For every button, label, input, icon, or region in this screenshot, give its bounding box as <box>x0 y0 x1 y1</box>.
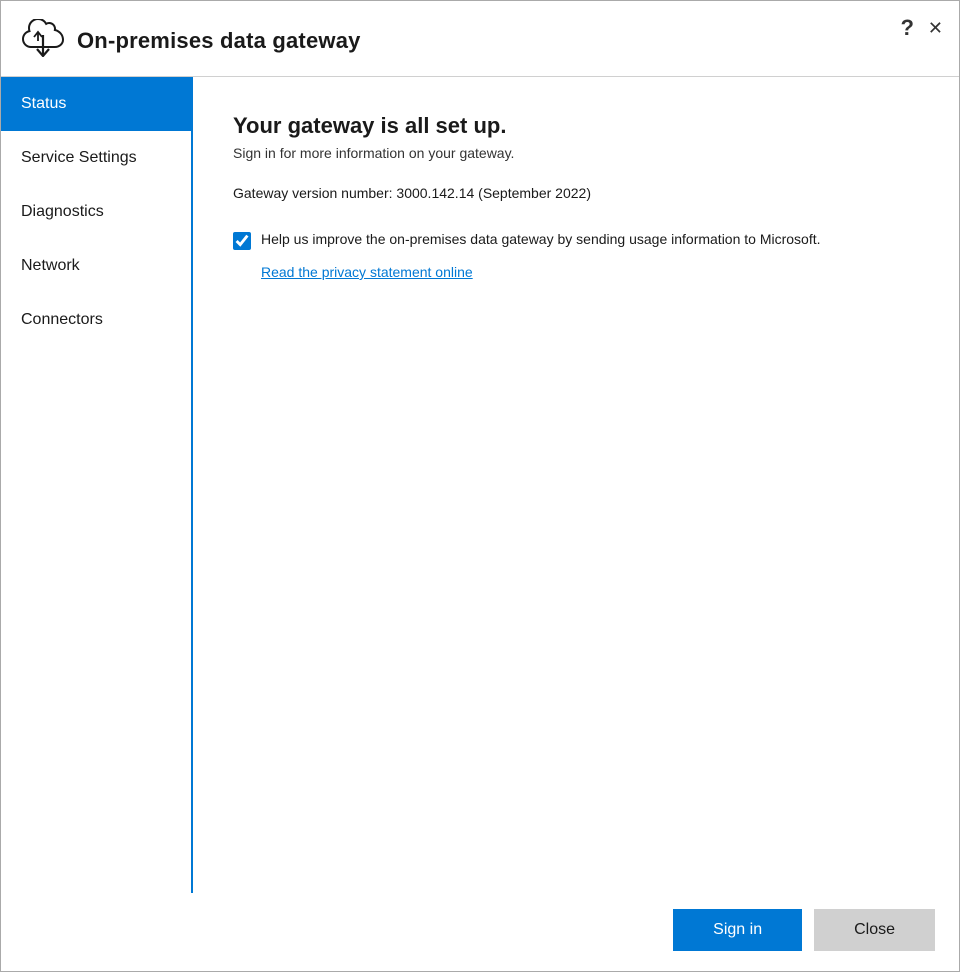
privacy-link[interactable]: Read the privacy statement online <box>261 264 919 280</box>
sidebar-item-service-settings[interactable]: Service Settings <box>1 131 191 185</box>
title-bar-left: On-premises data gateway <box>21 19 943 62</box>
sidebar-item-network[interactable]: Network <box>1 239 191 293</box>
title-bar-controls: ? ✕ <box>900 17 943 39</box>
sidebar: Status Service Settings Diagnostics Netw… <box>1 77 193 893</box>
usage-checkbox-label[interactable]: Help us improve the on-premises data gat… <box>261 229 821 250</box>
content-spacer <box>233 280 919 873</box>
footer: Sign in Close <box>1 893 959 971</box>
close-button[interactable]: Close <box>814 909 935 951</box>
content-area: Your gateway is all set up. Sign in for … <box>193 77 959 893</box>
content-title: Your gateway is all set up. <box>233 113 919 139</box>
help-button[interactable]: ? <box>900 17 913 39</box>
cloud-upload-icon <box>21 19 65 62</box>
main-layout: Status Service Settings Diagnostics Netw… <box>1 77 959 893</box>
sidebar-item-connectors[interactable]: Connectors <box>1 293 191 347</box>
content-subtitle: Sign in for more information on your gat… <box>233 145 919 161</box>
usage-checkbox-row: Help us improve the on-premises data gat… <box>233 229 919 250</box>
app-title: On-premises data gateway <box>77 28 361 54</box>
sidebar-item-diagnostics[interactable]: Diagnostics <box>1 185 191 239</box>
app-window: On-premises data gateway ? ✕ Status Serv… <box>0 0 960 972</box>
version-text: Gateway version number: 3000.142.14 (Sep… <box>233 185 919 201</box>
usage-checkbox-wrapper <box>233 229 251 250</box>
sidebar-item-status[interactable]: Status <box>1 77 191 131</box>
sign-in-button[interactable]: Sign in <box>673 909 802 951</box>
usage-checkbox[interactable] <box>233 232 251 250</box>
close-window-button[interactable]: ✕ <box>928 19 943 37</box>
title-bar: On-premises data gateway ? ✕ <box>1 1 959 77</box>
